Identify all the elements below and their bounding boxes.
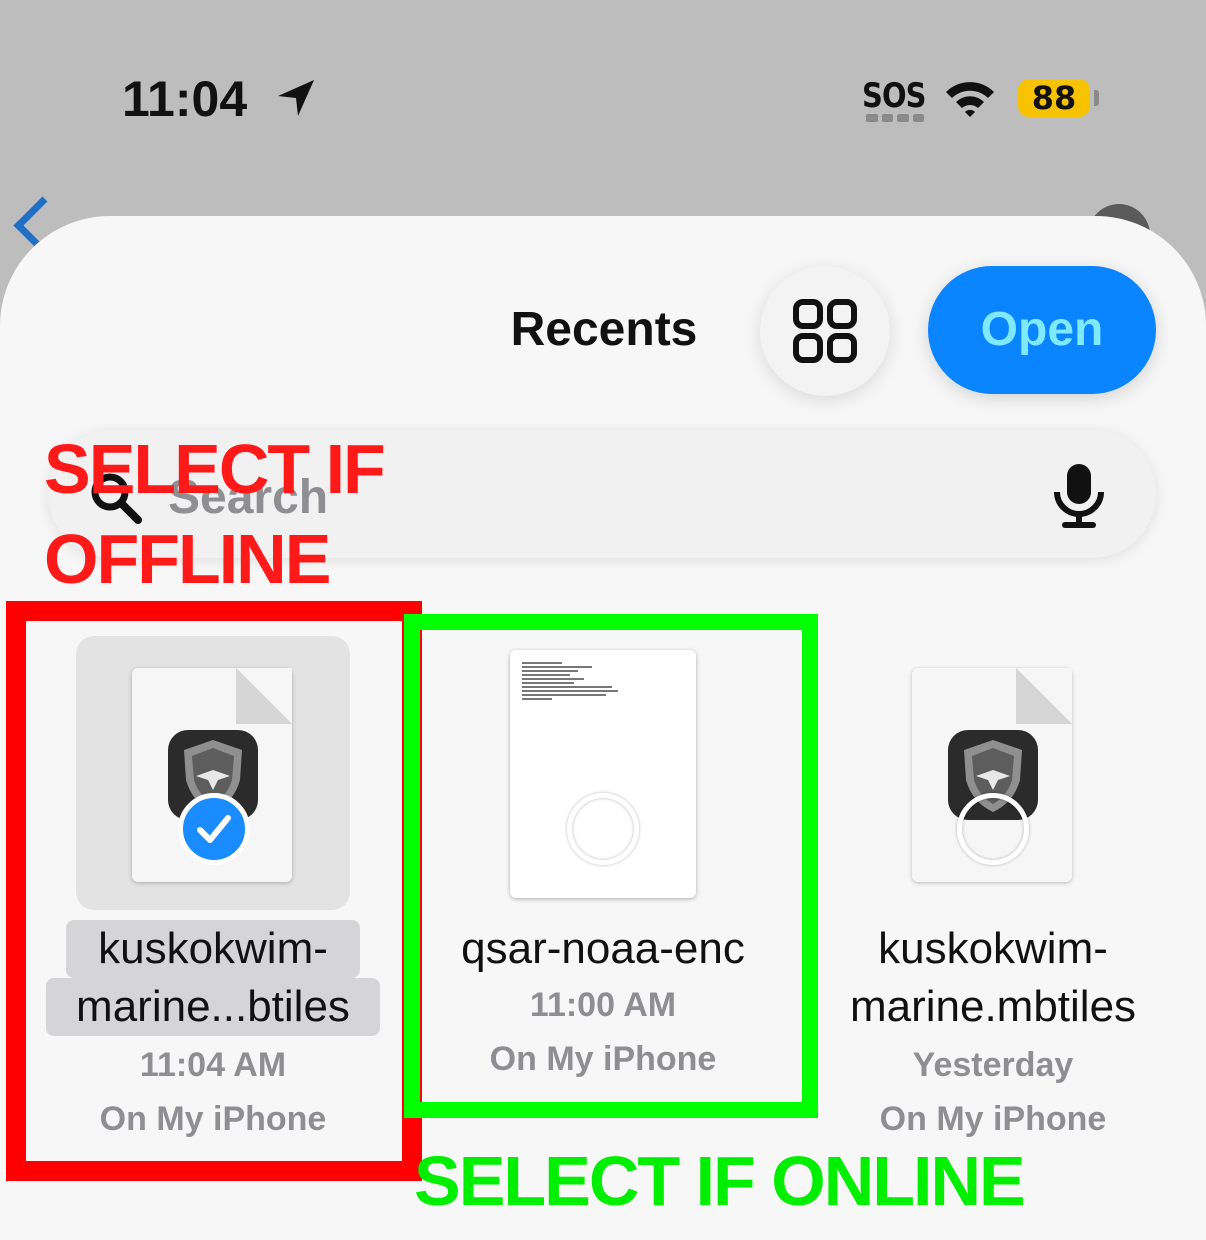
status-time: 11:04: [122, 71, 248, 127]
file-location: On My iPhone: [489, 1040, 717, 1078]
file-name-line2[interactable]: marine.mbtiles: [826, 978, 1160, 1036]
wifi-icon: [946, 82, 994, 117]
selected-checkmark[interactable]: [178, 793, 250, 865]
file-location: On My iPhone: [879, 1100, 1107, 1138]
annotation-select-if-offline-line2: OFFLINE: [44, 520, 331, 598]
sheet-title: Recents: [510, 303, 698, 356]
select-radio[interactable]: [567, 793, 639, 865]
file-time: Yesterday: [912, 1046, 1074, 1084]
signal-dots: [866, 114, 924, 122]
grid-view-button[interactable]: [760, 266, 890, 396]
annotation-select-if-offline-line1: SELECT IF: [44, 430, 386, 508]
location-arrow-icon: [278, 80, 314, 116]
battery-cap: [1094, 90, 1099, 106]
file-location: On My iPhone: [99, 1100, 327, 1138]
battery-indicator: 88: [1018, 79, 1090, 117]
file-time: 11:04 AM: [139, 1046, 287, 1084]
carrier-sos: SOS: [862, 76, 927, 116]
file-name-line2[interactable]: marine...btiles: [46, 978, 380, 1036]
annotation-select-if-online: SELECT IF ONLINE: [414, 1142, 1026, 1220]
file-fold: [236, 668, 292, 724]
checkmark-icon: [197, 815, 231, 843]
file-fold: [1016, 668, 1072, 724]
file-name-line1[interactable]: kuskokwim-: [826, 920, 1160, 978]
file-name-line1[interactable]: kuskokwim-: [66, 920, 360, 978]
grid-view-icon: [793, 299, 857, 363]
select-radio[interactable]: [957, 793, 1029, 865]
open-button[interactable]: Open: [928, 266, 1156, 394]
file-time: 11:00 AM: [529, 986, 677, 1024]
file-name[interactable]: qsar-noaa-enc: [420, 920, 786, 978]
microphone-icon[interactable]: [1052, 462, 1106, 530]
